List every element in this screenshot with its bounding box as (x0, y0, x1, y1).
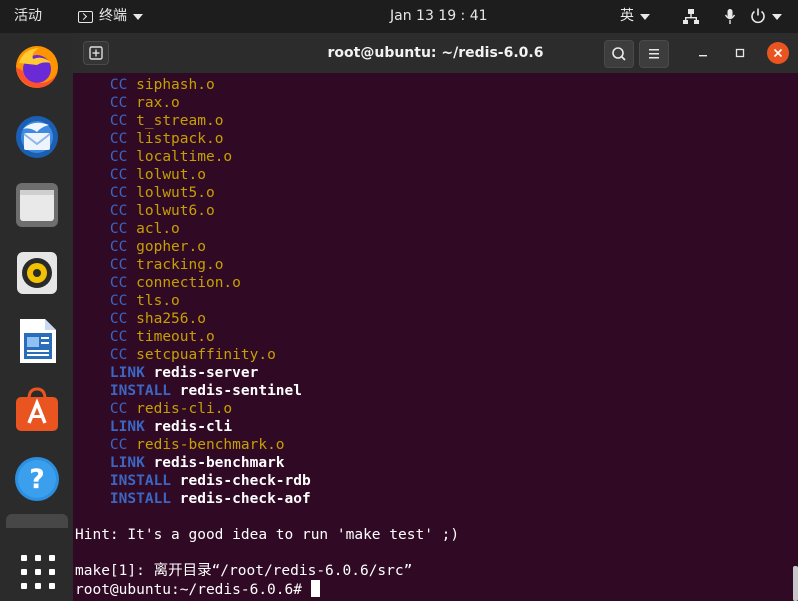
new-tab-button[interactable] (83, 41, 109, 65)
build-line: CC tracking.o (109, 257, 224, 273)
minimize-button[interactable] (692, 42, 714, 64)
svg-text:?: ? (29, 464, 45, 495)
network-icon[interactable] (683, 0, 699, 33)
build-line: INSTALL redis-sentinel (109, 383, 302, 399)
build-line: CC localtime.o (109, 149, 233, 165)
search-button[interactable] (604, 40, 634, 68)
build-line: INSTALL redis-check-rdb (109, 473, 311, 489)
build-line: CC lolwut6.o (109, 203, 215, 219)
maximize-button[interactable] (729, 42, 751, 64)
terminal-titlebar: root@ubuntu: ~/redis-6.0.6 (73, 33, 798, 73)
chevron-down-icon (772, 13, 782, 20)
text-cursor (310, 580, 320, 597)
build-line: CC sha256.o (109, 311, 206, 327)
activities-button[interactable]: 活动 (14, 0, 42, 33)
libreoffice-writer-icon[interactable] (13, 317, 61, 365)
build-line: LINK redis-benchmark (109, 455, 285, 471)
show-applications-icon[interactable] (21, 555, 55, 589)
build-line: CC lolwut.o (109, 167, 206, 183)
build-line: CC timeout.o (109, 329, 215, 345)
prompt-line[interactable]: root@ubuntu:~/redis-6.0.6# (75, 580, 320, 599)
build-line: INSTALL redis-check-aof (109, 491, 311, 507)
window-title: root@ubuntu: ~/redis-6.0.6 (327, 45, 544, 61)
app-menu-label: 终端 (99, 8, 127, 24)
scrollbar-thumb[interactable] (793, 566, 798, 601)
close-button[interactable] (767, 42, 789, 64)
minimize-icon (699, 55, 707, 57)
rhythmbox-icon[interactable] (13, 249, 61, 297)
build-line: CC listpack.o (109, 131, 224, 147)
clock[interactable]: Jan 13 19 : 41 (390, 0, 488, 33)
build-line: CC redis-benchmark.o (109, 437, 285, 453)
help-icon[interactable]: ? (13, 455, 61, 503)
build-line: CC connection.o (109, 275, 241, 291)
input-method-menu[interactable]: 英 (620, 0, 650, 33)
build-line: LINK redis-server (109, 365, 259, 381)
power-icon (751, 8, 765, 24)
microphone-icon[interactable] (724, 0, 736, 33)
build-line: CC setcpuaffinity.o (109, 347, 276, 363)
build-line: CC redis-cli.o (109, 401, 233, 417)
make-leave-line: make[1]: 离开目录“/root/redis-6.0.6/src” (75, 563, 413, 579)
maximize-icon (735, 48, 745, 58)
system-menu[interactable] (750, 0, 782, 33)
hint-line: Hint: It's a good idea to run 'make test… (75, 527, 460, 543)
top-bar: 活动 终端 Jan 13 19 : 41 英 (0, 0, 798, 33)
shell-prompt: root@ubuntu:~/redis-6.0.6# (75, 582, 311, 598)
build-line: CC lolwut5.o (109, 185, 215, 201)
build-line: CC tls.o (109, 293, 180, 309)
dock: ? (0, 33, 73, 601)
menu-button[interactable] (639, 40, 669, 68)
terminal-output[interactable]: CC siphash.o CC rax.o CC t_stream.o CC l… (73, 73, 793, 601)
firefox-icon[interactable] (13, 43, 61, 91)
hamburger-icon (649, 49, 659, 59)
build-line: CC t_stream.o (109, 113, 224, 129)
scrollbar-track[interactable] (793, 73, 798, 601)
new-tab-icon (89, 46, 103, 60)
terminal-icon (78, 10, 93, 23)
input-method-label: 英 (620, 8, 634, 24)
files-icon[interactable] (13, 181, 61, 229)
ubuntu-software-icon[interactable] (13, 385, 61, 433)
chevron-down-icon (133, 13, 143, 20)
build-line: CC gopher.o (109, 239, 206, 255)
search-icon (612, 47, 626, 61)
thunderbird-icon[interactable] (13, 113, 61, 161)
build-line: LINK redis-cli (109, 419, 233, 435)
close-icon (773, 48, 783, 58)
chevron-down-icon (640, 13, 650, 20)
app-menu[interactable]: 终端 (78, 0, 143, 33)
build-line: CC siphash.o (109, 77, 215, 93)
build-line: CC acl.o (109, 221, 180, 237)
build-line: CC rax.o (109, 95, 180, 111)
terminal-icon[interactable] (6, 514, 68, 528)
